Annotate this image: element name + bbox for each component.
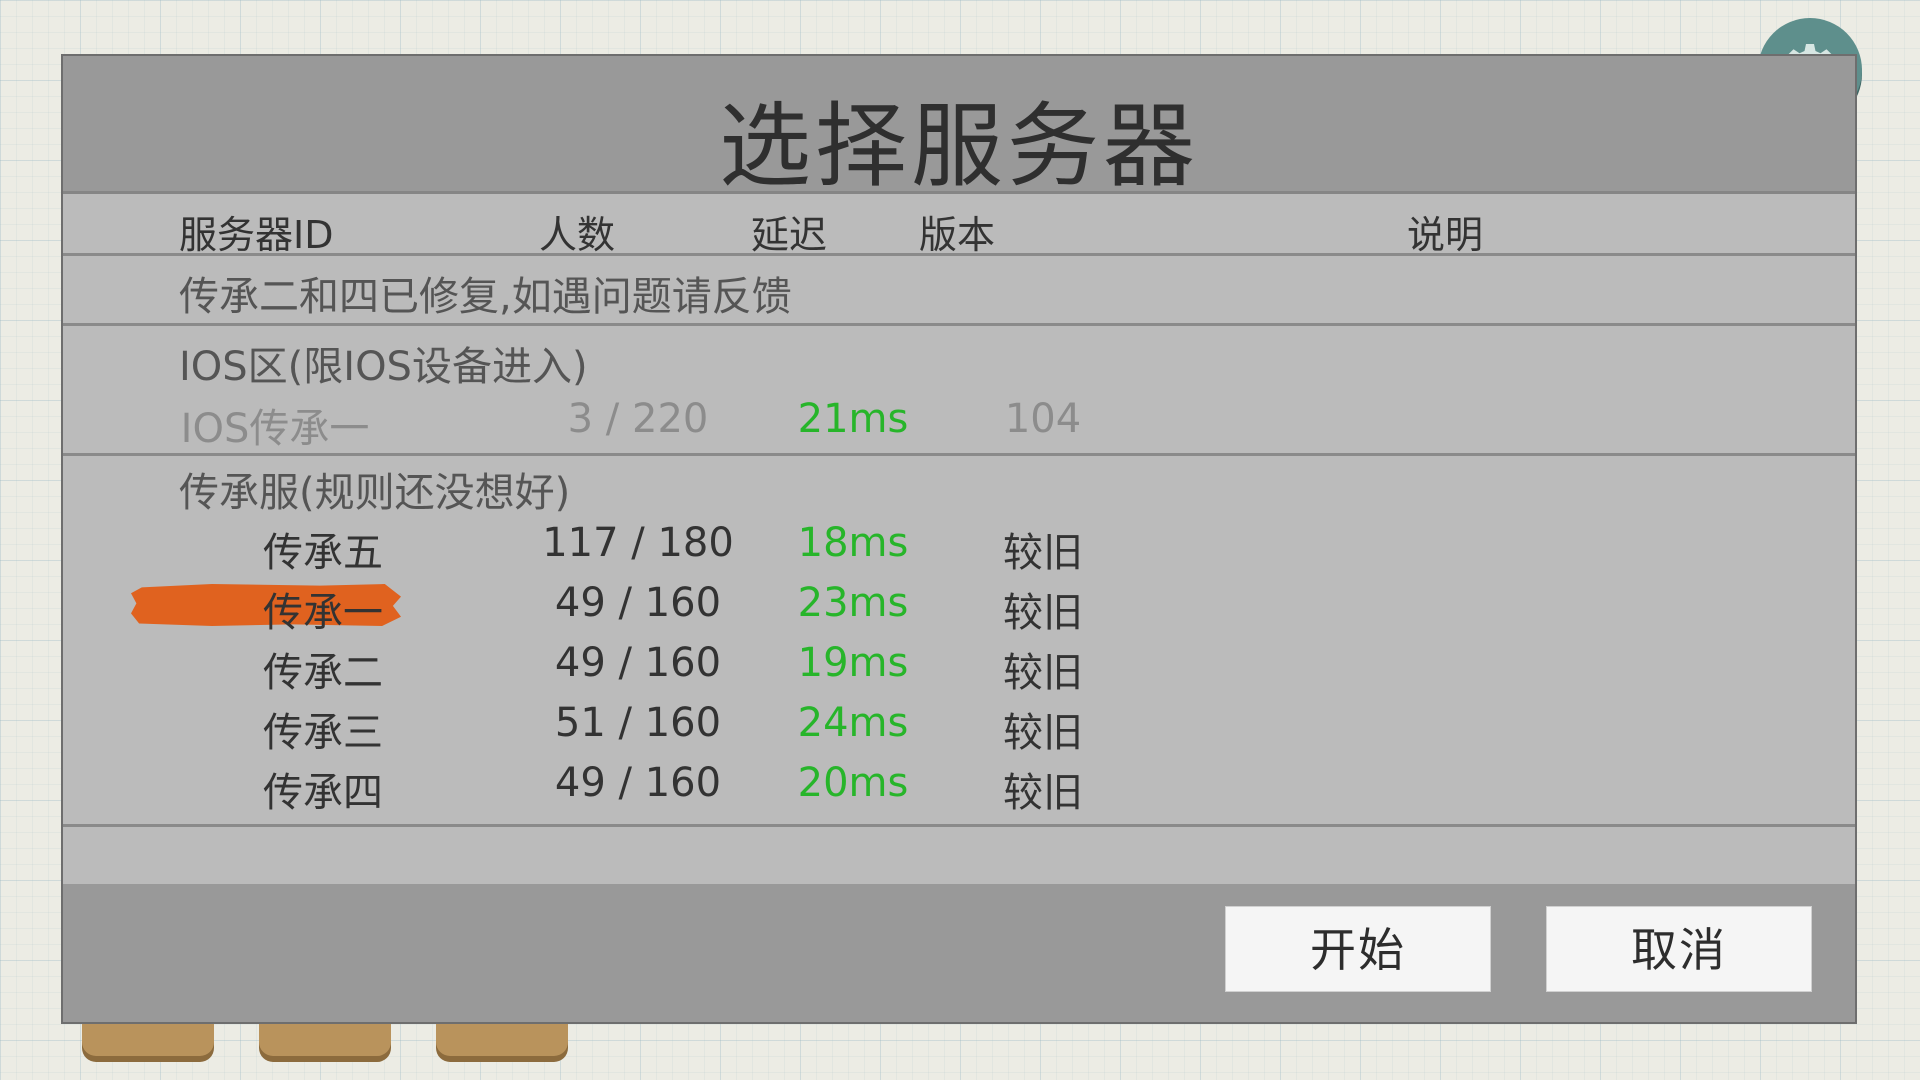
ping-value: 18ms	[797, 520, 909, 566]
server-id: 传承三	[263, 710, 383, 756]
version-value: 较旧	[1003, 650, 1083, 696]
dialog-footer: 开始 取消	[63, 884, 1855, 1022]
version-value: 较旧	[1003, 710, 1083, 756]
column-header-ping: 延迟	[751, 213, 828, 257]
version-value: 较旧	[1003, 590, 1083, 636]
player-count: 49 / 160	[554, 760, 722, 806]
start-button[interactable]: 开始	[1225, 906, 1491, 992]
server-id: IOS传承一	[180, 406, 370, 452]
server-row-legacy-1[interactable]: 传承一 49 / 160 23ms 较旧	[63, 578, 1855, 636]
server-row-legacy-4[interactable]: 传承四 49 / 160 20ms 较旧	[63, 758, 1855, 816]
group-title: IOS区(限IOS设备进入)	[179, 344, 588, 390]
player-count: 117 / 180	[542, 520, 734, 566]
server-row-legacy-5[interactable]: 传承五 117 / 180 18ms 较旧	[63, 518, 1855, 576]
ping-value: 23ms	[797, 580, 909, 626]
cancel-button[interactable]: 取消	[1546, 906, 1812, 992]
column-header-row: 服务器ID 人数 延迟 版本 说明	[63, 194, 1855, 257]
column-header-server-id: 服务器ID	[179, 213, 334, 257]
dialog-header: 选择服务器	[63, 56, 1855, 200]
group-title: 传承服(规则还没想好)	[179, 470, 571, 516]
player-count: 51 / 160	[554, 700, 722, 746]
ping-value: 19ms	[797, 640, 909, 686]
version-value: 较旧	[1003, 530, 1083, 576]
player-count: 3 / 220	[567, 396, 709, 442]
dialog-title: 选择服务器	[718, 93, 1199, 200]
server-row-ios-1[interactable]: IOS传承一 3 / 220 21ms 104	[63, 394, 1855, 452]
server-row-legacy-2[interactable]: 传承二 49 / 160 19ms 较旧	[63, 638, 1855, 696]
server-group-legacy: 传承服(规则还没想好) 传承五 117 / 180 18ms 较旧 传承一 49…	[63, 456, 1855, 827]
player-count: 49 / 160	[554, 580, 722, 626]
ping-value: 21ms	[797, 396, 909, 442]
version-value: 104	[1004, 396, 1082, 442]
column-header-player-count: 人数	[539, 213, 616, 257]
server-row-legacy-3[interactable]: 传承三 51 / 160 24ms 较旧	[63, 698, 1855, 756]
column-header-version: 版本	[919, 213, 996, 257]
server-id: 传承一	[263, 590, 383, 636]
column-header-description: 说明	[1407, 213, 1484, 257]
server-select-dialog: 选择服务器 服务器ID 人数 延迟 版本 说明 传承二和四已修复,如遇问题请反馈…	[61, 54, 1857, 1024]
server-id: 传承四	[263, 770, 383, 816]
notice-text: 传承二和四已修复,如遇问题请反馈	[179, 274, 792, 320]
notice-row: 传承二和四已修复,如遇问题请反馈	[63, 256, 1855, 326]
version-value: 较旧	[1003, 770, 1083, 816]
server-group-ios: IOS区(限IOS设备进入) IOS传承一 3 / 220 21ms 104	[63, 326, 1855, 456]
ping-value: 24ms	[797, 700, 909, 746]
server-id: 传承二	[263, 650, 383, 696]
ping-value: 20ms	[797, 760, 909, 806]
player-count: 49 / 160	[554, 640, 722, 686]
server-id: 传承五	[263, 530, 383, 576]
